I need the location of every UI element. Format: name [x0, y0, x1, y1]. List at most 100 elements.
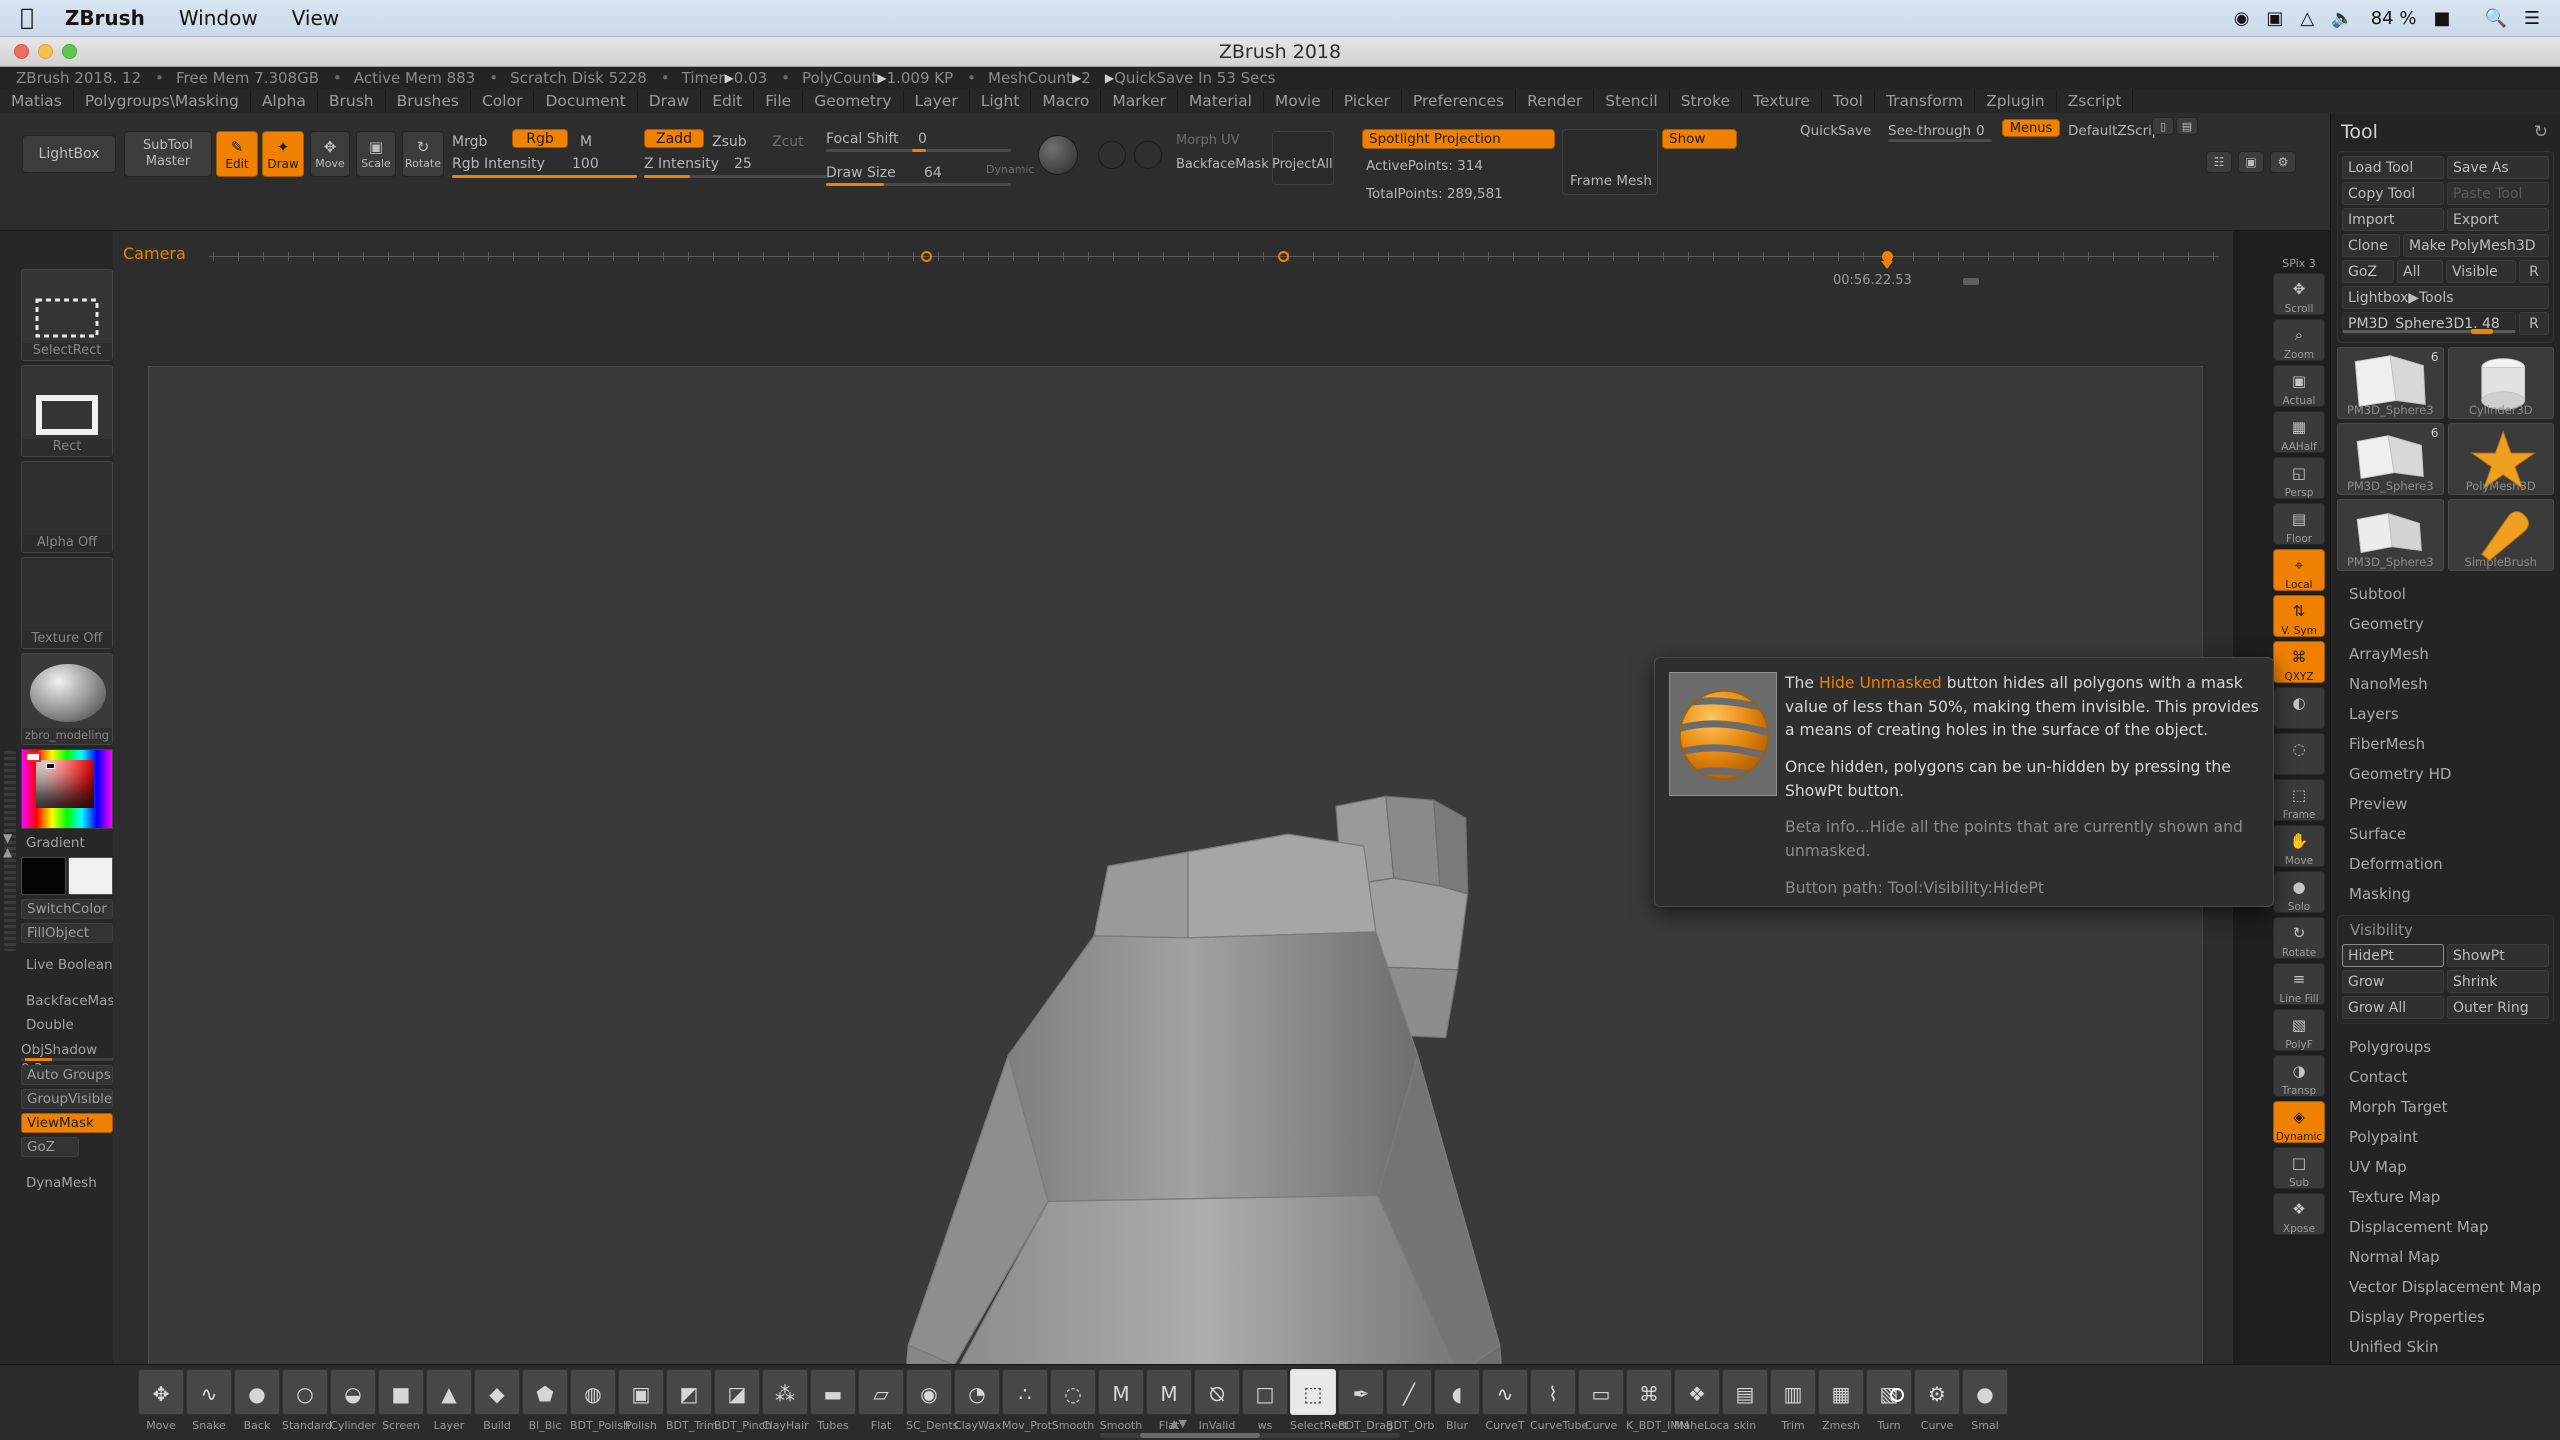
zbrush-menu-stencil[interactable]: Stencil: [1594, 90, 1670, 112]
brush-item-bdt-polish[interactable]: ◍: [570, 1369, 616, 1415]
brush-item-curve[interactable]: ▭: [1578, 1369, 1624, 1415]
tool-menu-layers[interactable]: Layers: [2331, 699, 2560, 729]
zbrush-menu-brush[interactable]: Brush: [318, 90, 386, 112]
viewport-icon-persp[interactable]: ◱ Persp: [2273, 457, 2325, 499]
timeline-key-1[interactable]: [921, 251, 932, 262]
timeline-key-2[interactable]: [1278, 251, 1289, 262]
z-intensity-slider[interactable]: [644, 175, 829, 178]
brush-item-standard[interactable]: ○: [282, 1369, 328, 1415]
brush-item-bdt-drag[interactable]: ✒: [1338, 1369, 1384, 1415]
brush-item-bdt-orb[interactable]: ╱: [1386, 1369, 1432, 1415]
brush-item-flat[interactable]: M: [1146, 1369, 1192, 1415]
viewport-icon-actual[interactable]: ▣ Actual: [2273, 365, 2325, 407]
brush-item-skin[interactable]: ▤: [1722, 1369, 1768, 1415]
scale-mode-button[interactable]: ▣ Scale: [356, 131, 396, 177]
secondary-color-swatch[interactable]: [68, 857, 113, 895]
brush-shelf-nav-icon[interactable]: ▲▼: [1170, 1417, 1187, 1430]
tool-menu-polygroups[interactable]: Polygroups: [2331, 1032, 2560, 1062]
brush-item-bdt-trim[interactable]: ◩: [666, 1369, 712, 1415]
battery-icon[interactable]: ■: [2433, 8, 2450, 29]
control-center-icon[interactable]: ☰: [2524, 8, 2540, 29]
viewport-icon-vsym[interactable]: ⇅ V. Sym: [2273, 595, 2325, 637]
viewport-icon-move[interactable]: ✋ Move: [2273, 825, 2325, 867]
zbrush-menu-transform[interactable]: Transform: [1875, 90, 1976, 112]
brush-item-curve[interactable]: ⚙: [1914, 1369, 1960, 1415]
goz-button[interactable]: GoZ: [21, 1137, 79, 1157]
tool-thumbnail[interactable]: PolyMesh3D: [2447, 423, 2554, 495]
volume-icon[interactable]: 🔈: [2331, 8, 2353, 29]
copy-tool-button[interactable]: Copy Tool: [2342, 182, 2444, 205]
brush-item-layer[interactable]: ▲: [426, 1369, 472, 1415]
tool-thumbnail[interactable]: PM3D_Sphere3: [2337, 499, 2444, 571]
outer-ring-button[interactable]: Outer Ring: [2447, 996, 2549, 1019]
tool-menu-texture-map[interactable]: Texture Map: [2331, 1182, 2560, 1212]
texture-preview[interactable]: Texture Off: [21, 557, 113, 649]
auto-groups-button[interactable]: Auto Groups: [21, 1065, 113, 1085]
menus-button[interactable]: Menus: [2002, 119, 2060, 137]
zbrush-menu-zscript[interactable]: Zscript: [2057, 90, 2134, 112]
layout-toggle-1[interactable]: ▯: [2152, 117, 2174, 135]
export-button[interactable]: Export: [2447, 208, 2549, 231]
frame-mesh-label[interactable]: Frame Mesh: [1570, 173, 1652, 189]
viewport-icon-xyz[interactable]: ⌘ QXYZ: [2273, 641, 2325, 683]
clone-button[interactable]: Clone: [2342, 234, 2400, 257]
show-button[interactable]: Show: [1662, 129, 1737, 149]
texture-swatch[interactable]: Texture Off: [21, 557, 113, 649]
alpha-swatch[interactable]: Alpha Off: [21, 461, 113, 553]
zbrush-menu-picker[interactable]: Picker: [1333, 90, 1402, 112]
zbrush-menu-light[interactable]: Light: [970, 90, 1032, 112]
viewport-icon-line-fill[interactable]: ≡ Line Fill: [2273, 963, 2325, 1005]
tool-menu-normal-map[interactable]: Normal Map: [2331, 1242, 2560, 1272]
viewport-icon-zoom[interactable]: ⌕ Zoom: [2273, 319, 2325, 361]
import-button[interactable]: Import: [2342, 208, 2444, 231]
save-as-button[interactable]: Save As: [2447, 156, 2549, 179]
tool-menu-geometry[interactable]: Geometry: [2331, 609, 2560, 639]
zbrush-menu-stroke[interactable]: Stroke: [1670, 90, 1743, 112]
viewport-icon-xpose[interactable]: ❖ Xpose: [2273, 1193, 2325, 1235]
mac-menu-item-window[interactable]: Window: [162, 6, 275, 30]
mask-preview-icon[interactable]: [1098, 141, 1126, 169]
brush-item-snake[interactable]: ∿: [186, 1369, 232, 1415]
tool-menu-displacement-map[interactable]: Displacement Map: [2331, 1212, 2560, 1242]
tool-menu-geometry-hd[interactable]: Geometry HD: [2331, 759, 2560, 789]
layout-toggle-5[interactable]: ⚙: [2270, 151, 2296, 173]
layout-toggle-4[interactable]: ▣: [2238, 151, 2264, 173]
grow-all-button[interactable]: Grow All: [2342, 996, 2444, 1019]
group-visible-button[interactable]: GroupVisible: [21, 1089, 113, 1109]
dynamesh-button[interactable]: DynaMesh: [21, 1173, 113, 1193]
select-rect-preview[interactable]: SelectRect: [21, 269, 113, 361]
goz-r-button[interactable]: R: [2519, 260, 2549, 283]
zbrush-menu-color[interactable]: Color: [471, 90, 535, 112]
material-preview[interactable]: zbro_modeling: [21, 653, 113, 745]
viewport-icon-frame[interactable]: ⬚ Frame: [2273, 779, 2325, 821]
zbrush-menu-texture[interactable]: Texture: [1742, 90, 1822, 112]
brush-item-curvet[interactable]: ∿: [1482, 1369, 1528, 1415]
spix-label[interactable]: SPix 3: [2268, 257, 2330, 270]
draw-mode-button[interactable]: ✦ Draw: [262, 131, 304, 177]
tool-menu-polypaint[interactable]: Polypaint: [2331, 1122, 2560, 1152]
zbrush-menu-polygroups-masking[interactable]: Polygroups\Masking: [74, 90, 251, 112]
zbrush-menu-tool[interactable]: Tool: [1822, 90, 1875, 112]
lightbox-button[interactable]: LightBox: [22, 135, 116, 173]
timeline[interactable]: Camera 00:56.22.53: [113, 231, 2233, 288]
tool-menu-subtool[interactable]: Subtool: [2331, 579, 2560, 609]
display-icon[interactable]: ▣: [2266, 8, 2283, 29]
brush-item-polish[interactable]: ▣: [618, 1369, 664, 1415]
search-icon[interactable]: 🔍: [2484, 8, 2506, 29]
tool-menu-unified-skin[interactable]: Unified Skin: [2331, 1332, 2560, 1362]
shrink-button[interactable]: Shrink: [2447, 970, 2549, 993]
brush-item-sc-dents[interactable]: ◉: [906, 1369, 952, 1415]
tool-menu-nanomesh[interactable]: NanoMesh: [2331, 669, 2560, 699]
timeline-handle[interactable]: [1963, 278, 1979, 285]
brush-item-claywax[interactable]: ◔: [954, 1369, 1000, 1415]
brush-item-clayhair[interactable]: ⁂: [762, 1369, 808, 1415]
m-label[interactable]: M: [580, 134, 592, 150]
select-rect-swatch[interactable]: SelectRect: [21, 269, 113, 361]
tool-menu-uv-map[interactable]: UV Map: [2331, 1152, 2560, 1182]
backface-mask-button[interactable]: BackfaceMask: [21, 991, 122, 1011]
timeline-playhead-icon[interactable]: [1881, 261, 1893, 269]
zcut-label[interactable]: Zcut: [772, 134, 804, 150]
zbrush-menu-file[interactable]: File: [754, 90, 804, 112]
morph-uv-label[interactable]: Morph UV: [1176, 133, 1240, 148]
brush-item-ws[interactable]: □: [1242, 1369, 1288, 1415]
